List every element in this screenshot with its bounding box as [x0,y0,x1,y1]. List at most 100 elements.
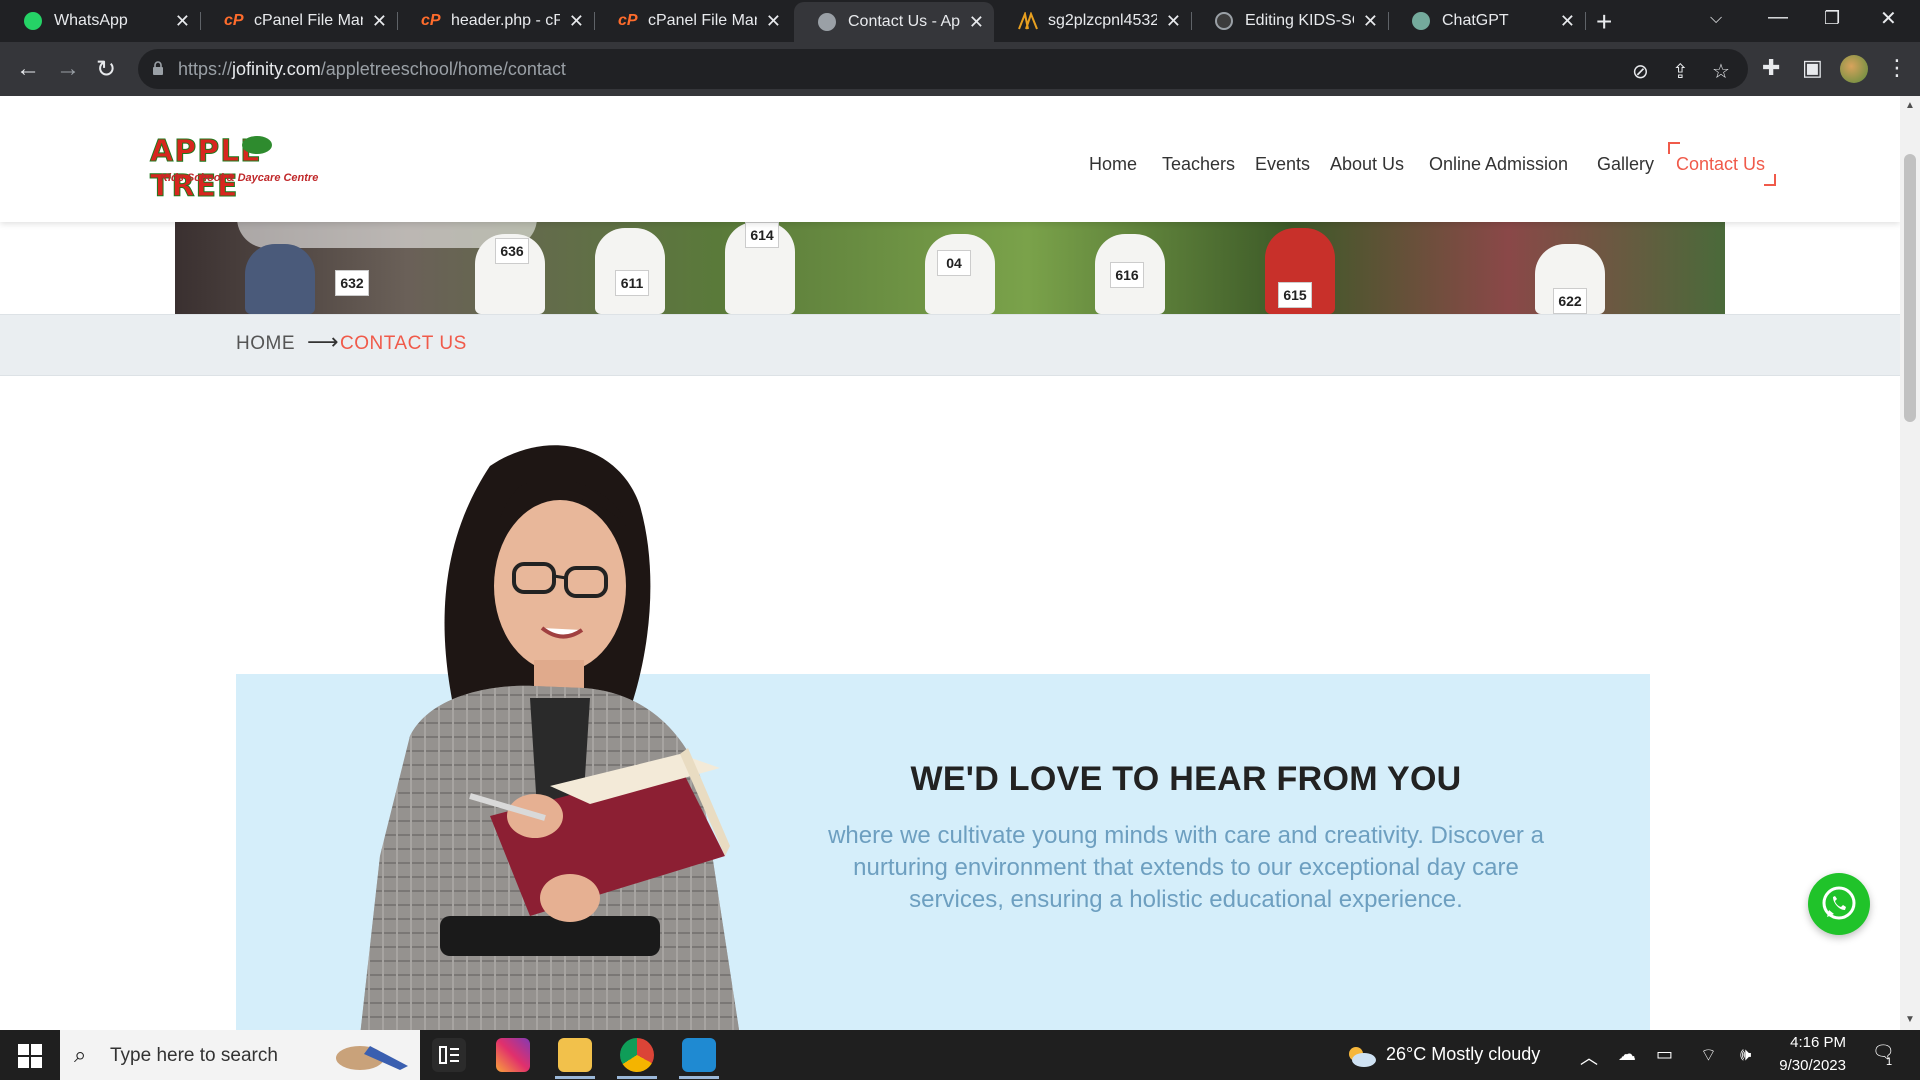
site-header: APPLE TREE Kids School & Daycare Centre … [0,96,1900,222]
tab-title: cPanel File Mana [254,12,363,29]
race-bib: 636 [495,238,529,264]
back-icon[interactable]: ← [16,55,40,83]
nav-about-us[interactable]: About Us [1330,154,1404,175]
close-icon[interactable]: ✕ [175,11,190,32]
logo-tagline: Kids School & Daycare Centre [160,172,319,184]
github-icon [1215,12,1233,30]
tab-search-chevron-icon[interactable]: ⌵ [1710,10,1722,28]
tab-title: Editing KIDS-SCH [1245,12,1354,29]
page-icon [818,13,836,31]
site-logo[interactable]: APPLE TREE Kids School & Daycare Centre [150,134,340,205]
extensions-icon[interactable]: ✚ [1762,55,1780,81]
tree-icon [242,136,272,154]
wifi-icon[interactable]: ⌔ [1700,1044,1717,1067]
nav-contact-us[interactable]: Contact Us [1676,154,1765,175]
browser-tab-strip: WhatsApp ✕ cP cPanel File Mana ✕ cP head… [0,0,1920,42]
tab-whatsapp[interactable]: WhatsApp ✕ [0,0,200,42]
contact-headline: WE'D LOVE TO HEAR FROM YOU [910,760,1462,798]
chrome-icon[interactable] [620,1038,654,1072]
vscode-icon[interactable] [682,1038,716,1072]
active-nav-corner [1668,142,1680,154]
clock-date[interactable]: 9/30/2023 [1776,1057,1846,1074]
close-icon[interactable]: ✕ [569,11,584,32]
chevron-up-icon[interactable]: ︿ [1580,1044,1598,1070]
close-icon[interactable]: ✕ [1560,11,1575,32]
side-panel-icon[interactable]: ▣ [1802,55,1823,81]
search-icon: ⌕ [74,1042,87,1067]
tab-title: Contact Us - App [848,13,960,30]
menu-icon[interactable]: ⋮ [1886,55,1908,81]
hero-banner-image: 632 636 611 614 04 616 615 622 [175,222,1725,314]
close-icon[interactable]: ✕ [969,12,984,33]
tab-sg2plzcpnl[interactable]: sg2plzcpnl45327 ✕ [994,0,1191,42]
whatsapp-chat-button[interactable] [1808,873,1870,935]
share-icon[interactable]: ⇪ [1672,59,1689,84]
woman-reading-image [360,445,740,1030]
volume-icon[interactable]: 🕪 [1740,1044,1751,1065]
new-tab-icon[interactable]: + [1596,6,1612,38]
instagram-icon[interactable] [496,1038,530,1072]
close-icon[interactable]: ✕ [372,11,387,32]
search-placeholder: Type here to search [110,1045,278,1066]
cpanel-icon: cP [618,12,638,29]
race-bib: 622 [1553,288,1587,314]
page-scrollbar[interactable]: ▲ ▼ [1900,96,1920,1030]
reload-icon[interactable]: ↻ [96,55,116,84]
close-icon[interactable]: ✕ [766,11,781,32]
contact-tagline: where we cultivate young minds with care… [828,822,1544,913]
arrow-right-icon: ⟶ [307,329,339,354]
task-view-icon[interactable] [432,1038,466,1072]
tab-cpanel-file-manager-2[interactable]: cP cPanel File Mana ✕ [594,0,791,42]
browser-toolbar: ← → ↻ https://jofinity.com/appletreescho… [0,42,1920,96]
race-bib: 04 [937,250,971,276]
tab-editing-kids-school[interactable]: Editing KIDS-SCH ✕ [1191,0,1388,42]
race-bib: 632 [335,270,369,296]
address-bar[interactable]: https://jofinity.com/appletreeschool/hom… [138,49,1748,89]
url-text[interactable]: https://jofinity.com/appletreeschool/hom… [178,59,566,80]
close-icon[interactable]: ✕ [1166,11,1181,32]
window-close-icon[interactable]: ✕ [1880,6,1897,31]
bookmark-star-icon[interactable]: ☆ [1712,59,1730,84]
minimize-icon[interactable]: — [1768,6,1788,29]
nav-online-admission[interactable]: Online Admission [1429,154,1568,175]
scrollbar-thumb[interactable] [1904,154,1916,422]
nav-home[interactable]: Home [1089,154,1137,175]
tab-title: WhatsApp [54,12,128,29]
notification-count: 1 [1886,1056,1893,1068]
nav-teachers[interactable]: Teachers [1162,154,1235,175]
cloudy-weather-icon [1349,1047,1376,1067]
weather-text[interactable]: 26°C Mostly cloudy [1386,1044,1540,1065]
restore-icon[interactable]: ❐ [1824,8,1840,29]
race-bib: 611 [615,270,649,296]
nav-events[interactable]: Events [1255,154,1310,175]
tab-contact-us[interactable]: Contact Us - App ✕ [794,2,994,42]
active-nav-corner [1764,174,1776,186]
eye-off-icon[interactable]: ⊘ [1632,59,1649,84]
lock-icon[interactable] [152,61,164,75]
web-page: APPLE TREE Kids School & Daycare Centre … [0,96,1900,1030]
clock-time[interactable]: 4:16 PM [1784,1034,1846,1051]
race-bib: 615 [1278,282,1312,308]
close-icon[interactable]: ✕ [1363,11,1378,32]
file-explorer-icon[interactable] [558,1038,592,1072]
whatsapp-icon [1822,886,1856,920]
forward-icon[interactable]: → [56,55,80,83]
cpanel-icon: cP [421,12,441,29]
tab-title: cPanel File Mana [648,12,757,29]
race-bib: 614 [745,222,779,248]
tab-chatgpt[interactable]: ChatGPT ✕ [1388,0,1585,42]
tab-cpanel-file-manager[interactable]: cP cPanel File Mana ✕ [200,0,397,42]
tab-title: header.php - cPa [451,12,560,29]
windows-taskbar: ⌕ Type here to search 26°C Mostly cloudy… [0,1030,1920,1080]
scroll-down-arrow-icon[interactable]: ▼ [1905,1014,1915,1025]
breadcrumb-home-link[interactable]: HOME [236,333,295,355]
nav-gallery[interactable]: Gallery [1597,154,1654,175]
scroll-up-arrow-icon[interactable]: ▲ [1905,100,1915,111]
avatar[interactable] [1840,55,1868,83]
battery-icon[interactable]: ▭ [1656,1044,1673,1065]
windows-start-icon[interactable] [18,1044,42,1068]
race-bib: 616 [1110,262,1144,288]
onedrive-icon[interactable]: ☁ [1618,1044,1636,1065]
tab-header-php[interactable]: cP header.php - cPa ✕ [397,0,594,42]
taskbar-search[interactable]: ⌕ Type here to search [60,1030,420,1080]
